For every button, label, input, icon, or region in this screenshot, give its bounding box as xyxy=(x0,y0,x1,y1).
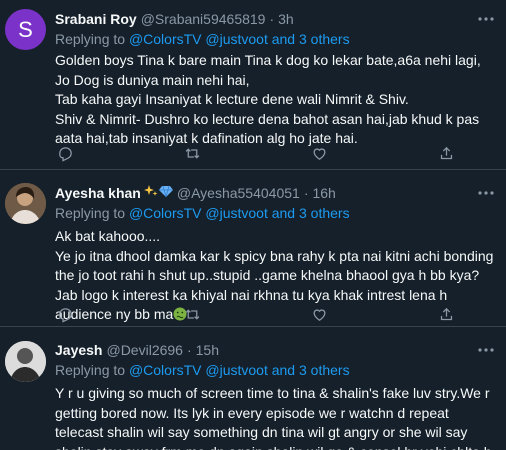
replying-to: Replying to @ColorsTV @justvoot and 3 ot… xyxy=(55,30,496,49)
replying-mentions[interactable]: @ColorsTV @justvoot and 3 others xyxy=(129,205,350,221)
reply-icon[interactable] xyxy=(55,143,75,163)
like-icon[interactable] xyxy=(309,304,329,324)
sparkles-icon xyxy=(143,184,158,202)
avatar[interactable] xyxy=(5,183,46,224)
tweet-feed: S Srabani Roy @Srabani59465819 · 3h Repl… xyxy=(0,0,506,450)
tweet-text: Golden boys Tina k bare main Tina k dog … xyxy=(55,52,481,146)
user-handle[interactable]: @Ayesha55404051 xyxy=(177,184,300,202)
tweet[interactable]: Jayesh @Devil2696 · 15h Replying to @Col… xyxy=(0,327,506,450)
tweet-header: Ayesha khan @Ayesha55404051 · 16h xyxy=(55,184,496,202)
gem-icon xyxy=(158,184,173,202)
retweet-icon[interactable] xyxy=(182,143,202,163)
separator-dot: · xyxy=(186,342,192,358)
tweet[interactable]: S Srabani Roy @Srabani59465819 · 3h Repl… xyxy=(0,0,506,170)
user-handle[interactable]: @Devil2696 xyxy=(106,341,182,359)
avatar[interactable]: S xyxy=(5,9,46,50)
avatar-letter: S xyxy=(18,16,33,42)
tweet[interactable]: Ayesha khan @Ayesha55404051 · 16h Replyi… xyxy=(0,170,506,327)
tweet-header: Jayesh @Devil2696 · 15h xyxy=(55,341,496,359)
separator-dot: · xyxy=(303,185,309,201)
replying-prefix: Replying to xyxy=(55,31,126,47)
more-options-icon[interactable] xyxy=(476,341,496,359)
tweet-time[interactable]: 3h xyxy=(278,10,294,28)
tweet-header: Srabani Roy @Srabani59465819 · 3h xyxy=(55,10,496,28)
more-options-icon[interactable] xyxy=(476,10,496,28)
like-icon[interactable] xyxy=(309,143,329,163)
tweet-actions xyxy=(55,143,456,163)
tweet-text: Y r u giving so much of screen time to t… xyxy=(55,385,492,450)
replying-prefix: Replying to xyxy=(55,205,126,221)
separator-dot: · xyxy=(269,11,275,27)
display-name[interactable]: Jayesh xyxy=(55,341,102,359)
replying-to: Replying to @ColorsTV @justvoot and 3 ot… xyxy=(55,204,496,223)
more-options-icon[interactable] xyxy=(476,184,496,202)
tweet-content: Srabani Roy @Srabani59465819 · 3h Replyi… xyxy=(55,10,496,149)
tweet-actions xyxy=(55,304,456,324)
display-name[interactable]: Srabani Roy xyxy=(55,10,137,28)
share-icon[interactable] xyxy=(436,143,456,163)
replying-prefix: Replying to xyxy=(55,362,126,378)
user-handle[interactable]: @Srabani59465819 xyxy=(141,10,266,28)
retweet-icon[interactable] xyxy=(182,304,202,324)
reply-icon[interactable] xyxy=(55,304,75,324)
display-name[interactable]: Ayesha khan xyxy=(55,184,141,202)
avatar[interactable] xyxy=(5,341,46,382)
tweet-time[interactable]: 16h xyxy=(312,184,335,202)
replying-to: Replying to @ColorsTV @justvoot and 3 ot… xyxy=(55,361,496,380)
tweet-time[interactable]: 15h xyxy=(196,341,219,359)
share-icon[interactable] xyxy=(436,304,456,324)
replying-mentions[interactable]: @ColorsTV @justvoot and 3 others xyxy=(129,362,350,378)
tweet-content: Jayesh @Devil2696 · 15h Replying to @Col… xyxy=(55,341,496,450)
replying-mentions[interactable]: @ColorsTV @justvoot and 3 others xyxy=(129,31,350,47)
